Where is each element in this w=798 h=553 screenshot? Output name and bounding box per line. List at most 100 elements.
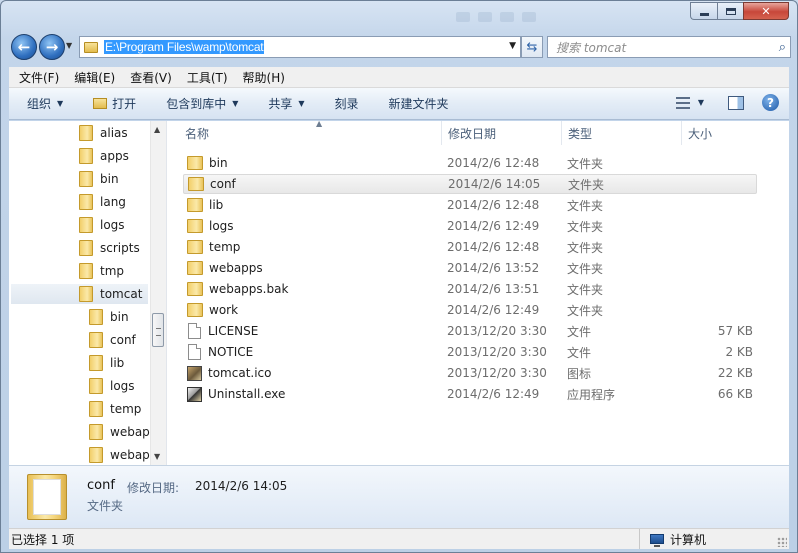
details-modified-label: 修改日期: bbox=[127, 481, 180, 495]
close-icon: ✕ bbox=[761, 4, 771, 18]
folder-icon bbox=[79, 125, 93, 141]
file-name-cell: work bbox=[187, 303, 238, 317]
open-button[interactable]: 打开 bbox=[93, 95, 136, 112]
menu-help[interactable]: 帮助(H) bbox=[243, 69, 285, 86]
file-name: tomcat.ico bbox=[208, 366, 272, 380]
file-name-cell: LICENSE bbox=[187, 323, 258, 339]
column-size-label: 大小 bbox=[688, 126, 713, 141]
tree-item-selected[interactable]: tomcat bbox=[11, 284, 148, 304]
maximize-button[interactable] bbox=[717, 2, 743, 20]
organize-button[interactable]: 组织 ▼ bbox=[27, 95, 63, 112]
chevron-down-icon[interactable]: ▼ bbox=[698, 98, 704, 107]
file-type: 文件 bbox=[567, 324, 592, 339]
tree-item[interactable]: logs bbox=[89, 376, 135, 396]
column-header-type[interactable]: 类型 bbox=[562, 121, 682, 145]
column-header-modified[interactable]: 修改日期 bbox=[442, 121, 562, 145]
scrollbar-thumb[interactable] bbox=[152, 313, 164, 347]
tree-item[interactable]: lang bbox=[79, 192, 126, 212]
table-row[interactable]: temp 2014/2/6 12:48 文件夹 bbox=[183, 237, 757, 257]
tree-item[interactable]: bin bbox=[79, 169, 119, 189]
file-modified: 2013/12/20 3:30 bbox=[447, 345, 547, 359]
tree-item[interactable]: bin bbox=[89, 307, 129, 327]
file-name-cell: tomcat.ico bbox=[187, 365, 272, 381]
tree-item[interactable]: temp bbox=[89, 399, 141, 419]
search-placeholder: 搜索 tomcat bbox=[556, 40, 627, 55]
table-row[interactable]: Uninstall.exe 2014/2/6 12:49 应用程序 66 KB bbox=[183, 384, 757, 404]
table-row[interactable]: logs 2014/2/6 12:49 文件夹 bbox=[183, 216, 757, 236]
chevron-down-icon: ▼ bbox=[298, 99, 305, 108]
search-icon[interactable]: ⌕ bbox=[779, 40, 786, 55]
resize-grip[interactable] bbox=[777, 537, 787, 547]
file-modified: 2014/2/6 12:49 bbox=[447, 303, 540, 317]
column-header-name[interactable]: 名称 ▲ bbox=[179, 119, 442, 145]
arrow-left-icon: ← bbox=[17, 38, 31, 56]
file-name: Uninstall.exe bbox=[208, 387, 286, 401]
scroll-up-icon[interactable]: ▲ bbox=[154, 125, 160, 134]
menu-view[interactable]: 查看(V) bbox=[130, 69, 172, 86]
tree-item[interactable]: apps bbox=[79, 146, 129, 166]
scroll-down-icon[interactable]: ▼ bbox=[154, 452, 160, 461]
burn-button[interactable]: 刻录 bbox=[335, 95, 359, 112]
file-modified: 2014/2/6 12:48 bbox=[447, 156, 540, 170]
forward-button[interactable]: → bbox=[39, 34, 65, 60]
tree-item[interactable]: lib bbox=[89, 353, 124, 373]
share-button[interactable]: 共享 ▼ bbox=[268, 95, 304, 112]
new-folder-button[interactable]: 新建文件夹 bbox=[389, 95, 449, 112]
table-row[interactable]: webapps.bak 2014/2/6 13:51 文件夹 bbox=[183, 279, 757, 299]
menu-tools[interactable]: 工具(T) bbox=[187, 69, 228, 86]
table-row[interactable]: bin 2014/2/6 12:48 文件夹 bbox=[183, 153, 757, 173]
tree-item[interactable]: tmp bbox=[79, 261, 124, 281]
back-button[interactable]: ← bbox=[11, 34, 37, 60]
tree-item[interactable]: webap bbox=[89, 422, 150, 442]
tree-item[interactable]: alias bbox=[79, 123, 128, 143]
file-name: NOTICE bbox=[208, 345, 254, 359]
address-path[interactable]: E:\Program Files\wamp\tomcat bbox=[104, 40, 265, 54]
file-name: temp bbox=[209, 240, 241, 254]
search-input[interactable]: 搜索 tomcat ⌕ bbox=[547, 36, 791, 58]
computer-icon bbox=[650, 534, 664, 547]
table-row[interactable]: NOTICE 2013/12/20 3:30 文件 2 KB bbox=[183, 342, 757, 362]
folder-icon bbox=[89, 355, 103, 371]
maximize-icon bbox=[725, 7, 736, 15]
file-type: 文件夹 bbox=[567, 156, 604, 171]
close-button[interactable]: ✕ bbox=[743, 2, 789, 20]
preview-pane-icon[interactable] bbox=[728, 95, 744, 110]
table-row[interactable]: tomcat.ico 2013/12/20 3:30 图标 22 KB bbox=[183, 363, 757, 383]
chevron-down-icon: ▼ bbox=[232, 99, 239, 108]
menu-file[interactable]: 文件(F) bbox=[19, 69, 59, 86]
file-type: 文件 bbox=[567, 345, 592, 360]
status-bar: 已选择 1 项 计算机 bbox=[9, 528, 789, 549]
column-header-size[interactable]: 大小 bbox=[682, 121, 762, 145]
menu-bar: 文件(F) 编辑(E) 查看(V) 工具(T) 帮助(H) bbox=[9, 67, 789, 88]
chevron-down-icon[interactable]: ▼ bbox=[509, 41, 516, 51]
file-modified: 2014/2/6 13:52 bbox=[447, 261, 540, 275]
minimize-button[interactable] bbox=[690, 2, 717, 20]
recent-pages-dropdown[interactable]: ▼ bbox=[66, 41, 72, 50]
tree-item[interactable]: conf bbox=[89, 330, 136, 350]
folder-icon bbox=[89, 447, 103, 463]
column-name-label: 名称 bbox=[185, 126, 210, 141]
change-view-icon[interactable] bbox=[675, 96, 690, 109]
file-type: 应用程序 bbox=[567, 387, 616, 402]
folder-icon bbox=[79, 263, 93, 279]
tree-item[interactable]: scripts bbox=[79, 238, 140, 258]
file-list: 名称 ▲ 修改日期 类型 大小 bin 2014/2/6 12:48 文件夹 conf… bbox=[167, 119, 789, 465]
refresh-button[interactable]: ⇆ bbox=[521, 36, 543, 58]
table-row-selected[interactable]: conf 2014/2/6 14:05 文件夹 bbox=[183, 174, 757, 194]
folder-icon bbox=[187, 261, 203, 275]
tree-item[interactable]: webap bbox=[89, 445, 150, 465]
include-in-library-button[interactable]: 包含到库中 ▼ bbox=[166, 95, 238, 112]
file-type: 文件夹 bbox=[567, 198, 604, 213]
address-bar[interactable]: E:\Program Files\wamp\tomcat ▼ bbox=[79, 36, 521, 58]
nav-scrollbar[interactable]: ▲ ▼ bbox=[150, 121, 166, 465]
table-row[interactable]: work 2014/2/6 12:49 文件夹 bbox=[183, 300, 757, 320]
tree-item[interactable]: logs bbox=[79, 215, 125, 235]
help-icon[interactable]: ? bbox=[762, 94, 779, 111]
tree-item-label: bin bbox=[110, 310, 129, 324]
table-row[interactable]: lib 2014/2/6 12:48 文件夹 bbox=[183, 195, 757, 215]
folder-icon bbox=[79, 148, 93, 164]
table-row[interactable]: LICENSE 2013/12/20 3:30 文件 57 KB bbox=[183, 321, 757, 341]
table-row[interactable]: webapps 2014/2/6 13:52 文件夹 bbox=[183, 258, 757, 278]
file-name: webapps bbox=[209, 261, 263, 275]
menu-edit[interactable]: 编辑(E) bbox=[74, 69, 115, 86]
